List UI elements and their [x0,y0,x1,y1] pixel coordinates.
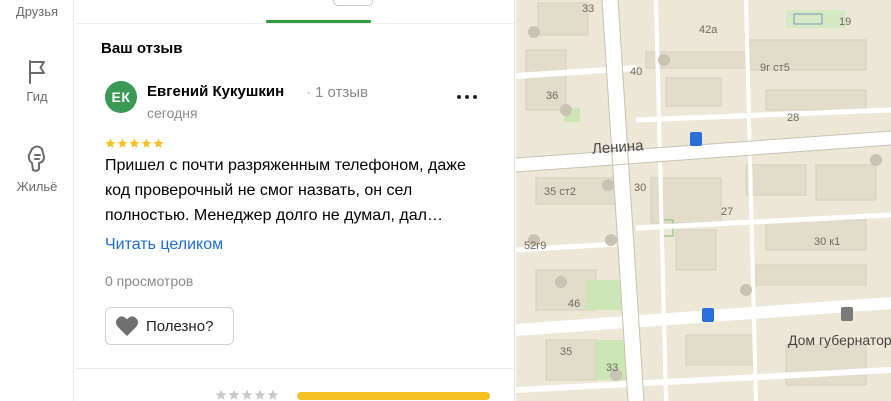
useful-button[interactable]: Полезно? [105,307,234,345]
housing-icon [27,145,45,172]
star-icon [153,138,164,148]
review-rating [105,138,164,149]
star-icon [228,389,240,400]
house-number: 42а [699,24,718,36]
useful-button-label: Полезно? [146,317,214,335]
house-number: 28 [787,112,800,124]
house-number: 30 [634,182,647,194]
star-icon [129,138,140,148]
flag-icon [29,60,45,84]
section-title: Ваш отзыв [101,40,183,57]
house-number: 52г9 [524,240,547,252]
author-review-count: · 1 отзыв [306,84,368,101]
rating-distribution-bar [297,392,490,400]
avatar[interactable]: ЕК [105,81,137,113]
review-date: сегодня [147,105,198,121]
left-nav-rail: Друзья Гид Жильё [0,0,74,401]
nav-guide[interactable]: Гид [0,59,74,104]
star-icon [254,389,266,400]
nav-housing-label: Жильё [16,179,58,194]
tab-bar-divider [75,23,514,24]
more-dot-icon [465,95,469,99]
more-dot-icon [457,95,461,99]
house-number: 27 [721,206,734,218]
house-number: 40 [630,66,643,78]
separator-dot: · [306,84,311,101]
house-number: 35 [560,346,573,358]
star-icon [117,138,128,148]
review-divider [75,368,514,369]
poi-label[interactable]: Дом губернатора [788,332,891,348]
nav-friends-label: Друзья [15,4,59,19]
star-icon [215,389,227,400]
review-author[interactable]: Евгений Кукушкин [147,83,284,100]
views-count: 0 просмотров [105,273,194,289]
house-number: 30 к1 [814,236,841,248]
star-icon [241,389,253,400]
house-number: 35 ст2 [544,186,576,198]
house-number: 33 [582,3,595,15]
nav-friends[interactable]: Друзья [0,4,74,19]
tab-bar [75,0,514,24]
heart-icon [115,316,139,336]
star-icon [141,138,152,148]
tab-counter-pill[interactable] [333,0,373,6]
tab-fragment-left[interactable] [225,0,233,4]
house-number: 33 [606,362,619,374]
more-options-button[interactable] [453,86,481,108]
house-number: 19 [839,16,852,28]
street-label: Ленина [591,137,645,158]
more-dot-icon [473,95,477,99]
rating-distribution-stars [215,389,279,401]
star-icon [267,389,279,400]
house-number: 46 [568,298,581,310]
map-view[interactable]: 33 42а 19 40 9г ст5 36 28 Ленина 35 ст2 … [516,0,891,401]
read-more-link[interactable]: Читать целиком [105,236,223,254]
reviews-panel: Ваш отзыв ЕК Евгений Кукушкин · 1 отзыв с… [75,0,515,401]
nav-housing[interactable]: Жильё [0,145,74,194]
nav-guide-label: Гид [26,89,48,104]
author-review-count-text: 1 отзыв [315,84,369,101]
star-icon [105,138,116,148]
house-number: 9г ст5 [760,62,790,74]
review-text: Пришел с почти разряженным телефоном, да… [105,157,466,224]
house-number: 36 [546,90,559,102]
